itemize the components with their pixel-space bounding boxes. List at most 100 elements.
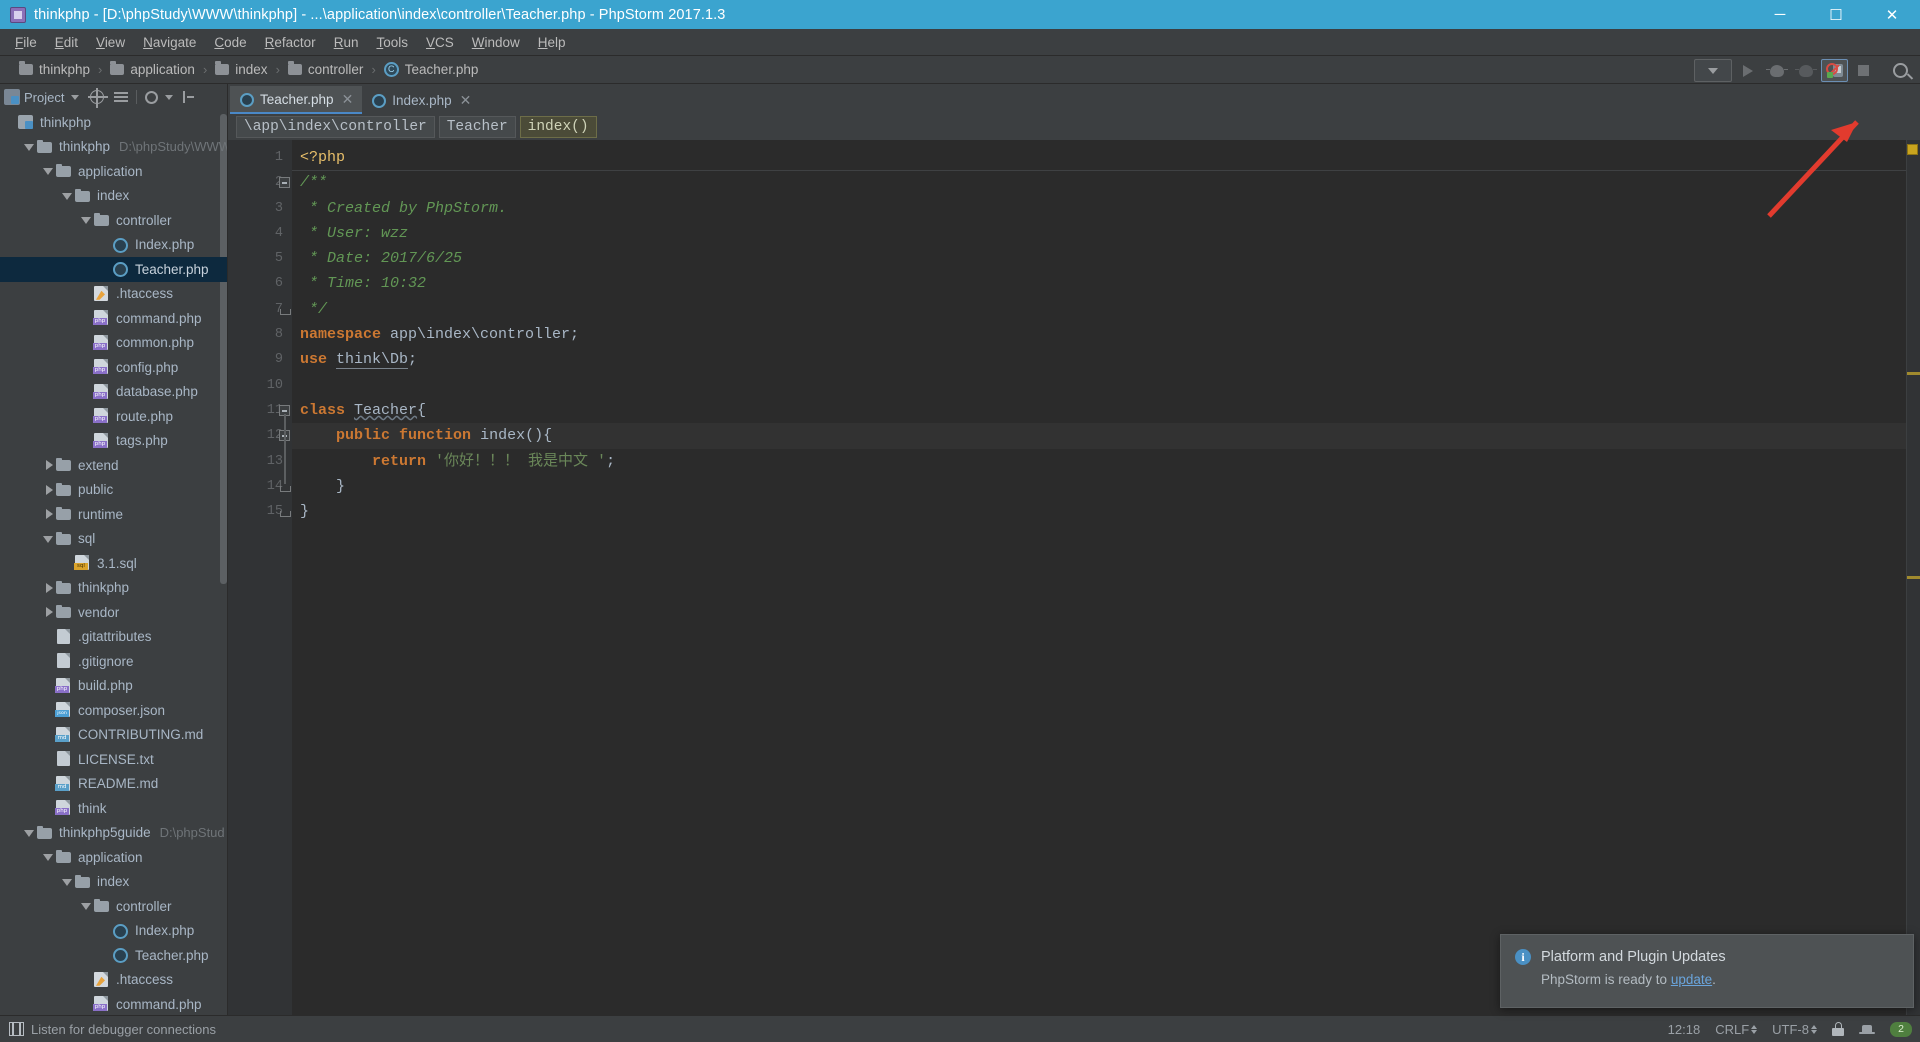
breadcrumb-item-index[interactable]: index [212, 60, 270, 79]
tree-node[interactable]: .htaccess [0, 282, 227, 307]
menu-item-refactor[interactable]: Refactor [256, 32, 325, 53]
tree-toggle-right-icon[interactable] [42, 483, 56, 497]
editor-tab-index-php[interactable]: Index.php ✕ [362, 86, 480, 114]
structure-crumb[interactable]: index() [519, 116, 597, 138]
tree-node[interactable]: config.php [0, 355, 227, 380]
tree-node[interactable]: index [0, 184, 227, 209]
error-marker-strip[interactable] [1906, 140, 1920, 1015]
breadcrumb-item-teacher-php[interactable]: C Teacher.php [381, 60, 482, 79]
tree-toggle-down-icon[interactable] [23, 826, 37, 840]
menu-item-vcs[interactable]: VCS [417, 32, 463, 53]
tree-toggle-down-icon[interactable] [61, 875, 75, 889]
run-with-coverage-button[interactable] [1792, 59, 1819, 82]
tree-node[interactable]: Teacher.php [0, 943, 227, 968]
tree-toggle-right-icon[interactable] [42, 581, 56, 595]
tree-node[interactable]: command.php [0, 992, 227, 1015]
menu-item-navigate[interactable]: Navigate [134, 32, 205, 53]
tree-node[interactable]: 3.1.sql [0, 551, 227, 576]
close-button[interactable]: ✕ [1864, 0, 1920, 29]
menu-item-edit[interactable]: Edit [46, 32, 87, 53]
tree-node[interactable]: controller [0, 894, 227, 919]
tree-toggle-down-icon[interactable] [42, 850, 56, 864]
tree-node[interactable]: README.md [0, 772, 227, 797]
tree-toggle-right-icon[interactable] [42, 507, 56, 521]
structure-crumb[interactable]: Teacher [438, 116, 516, 138]
menu-item-help[interactable]: Help [529, 32, 575, 53]
chevron-down-icon[interactable] [71, 94, 80, 100]
hide-icon[interactable] [183, 91, 195, 103]
tree-node[interactable]: extend [0, 453, 227, 478]
minimize-button[interactable]: ─ [1752, 0, 1808, 29]
menu-item-window[interactable]: Window [463, 32, 529, 53]
change-marker[interactable] [1907, 372, 1920, 375]
tree-node[interactable]: controller [0, 208, 227, 233]
lock-icon[interactable] [1832, 1022, 1844, 1036]
tree-node[interactable]: database.php [0, 380, 227, 405]
memory-indicator[interactable]: 2 [1890, 1021, 1912, 1037]
change-marker[interactable] [1907, 576, 1920, 579]
tree-node[interactable]: sql [0, 527, 227, 552]
menu-item-tools[interactable]: Tools [367, 32, 417, 53]
tree-node[interactable]: application [0, 845, 227, 870]
close-icon[interactable]: ✕ [342, 92, 354, 106]
close-icon[interactable]: ✕ [460, 93, 472, 107]
code-content[interactable]: <?php /** * Created by PhpStorm. * User: … [292, 140, 1906, 1015]
target-icon[interactable] [88, 88, 109, 108]
line-separator-selector[interactable]: CRLF [1715, 1022, 1758, 1037]
tree-node[interactable]: common.php [0, 331, 227, 356]
maximize-button[interactable]: ☐ [1808, 0, 1864, 29]
debug-button[interactable] [1763, 59, 1790, 82]
tree-toggle-right-icon[interactable] [42, 458, 56, 472]
gear-icon[interactable] [145, 90, 159, 104]
search-everywhere-button[interactable] [1887, 59, 1914, 82]
tree-node[interactable]: thinkphp [0, 110, 227, 135]
menu-item-view[interactable]: View [87, 32, 134, 53]
fold-minus-icon[interactable] [279, 177, 290, 189]
breadcrumb-item-application[interactable]: application [107, 60, 198, 79]
collapse-icon[interactable] [114, 90, 129, 104]
tree-node[interactable]: vendor [0, 600, 227, 625]
warning-marker[interactable] [1907, 144, 1918, 155]
listen-debug-connections-button[interactable] [1821, 59, 1848, 82]
tree-toggle-down-icon[interactable] [80, 213, 94, 227]
tree-node[interactable]: thinkphp5guide D:\phpStud [0, 821, 227, 846]
hector-icon[interactable] [1859, 1022, 1875, 1036]
tree-node[interactable]: Index.php [0, 919, 227, 944]
editor-tab-teacher-php[interactable]: Teacher.php ✕ [230, 86, 363, 114]
menu-item-file[interactable]: File [6, 32, 46, 53]
menu-item-code[interactable]: Code [205, 32, 255, 53]
tree-node[interactable]: build.php [0, 674, 227, 699]
tree-node[interactable]: think [0, 796, 227, 821]
encoding-selector[interactable]: UTF-8 [1772, 1022, 1817, 1037]
tree-node[interactable]: thinkphp D:\phpStudy\WWW [0, 135, 227, 160]
tree-node[interactable]: Teacher.php [0, 257, 227, 282]
fold-end-icon[interactable] [279, 506, 291, 518]
run-button[interactable] [1734, 59, 1761, 82]
tree-node[interactable]: .htaccess [0, 968, 227, 993]
tree-node[interactable]: index [0, 870, 227, 895]
tree-node[interactable]: .gitattributes [0, 625, 227, 650]
notification-popup[interactable]: i Platform and Plugin Updates PhpStorm i… [1500, 934, 1914, 1008]
tree-node[interactable]: LICENSE.txt [0, 747, 227, 772]
tree-node[interactable]: command.php [0, 306, 227, 331]
run-config-combo[interactable] [1694, 59, 1732, 82]
project-tree[interactable]: thinkphp thinkphp D:\phpStudy\WWW applicati… [0, 110, 227, 1015]
tree-node[interactable]: CONTRIBUTING.md [0, 723, 227, 748]
gear-dropdown-icon[interactable] [165, 94, 174, 100]
fold-end-icon[interactable] [279, 304, 291, 315]
tree-node[interactable]: composer.json [0, 698, 227, 723]
stop-button[interactable] [1850, 59, 1877, 82]
breadcrumb-item-controller[interactable]: controller [285, 60, 367, 79]
tree-node[interactable]: Index.php [0, 233, 227, 258]
tree-toggle-down-icon[interactable] [42, 532, 56, 546]
tree-toggle-down-icon[interactable] [23, 140, 37, 154]
tree-toggle-right-icon[interactable] [42, 605, 56, 619]
tree-node[interactable]: tags.php [0, 429, 227, 454]
tree-toggle-down-icon[interactable] [42, 164, 56, 178]
tree-node[interactable]: runtime [0, 502, 227, 527]
tree-toggle-down-icon[interactable] [61, 189, 75, 203]
structure-crumb[interactable]: \app\index\controller [236, 116, 435, 138]
tree-node[interactable]: route.php [0, 404, 227, 429]
tree-node[interactable]: .gitignore [0, 649, 227, 674]
tree-node[interactable]: public [0, 478, 227, 503]
